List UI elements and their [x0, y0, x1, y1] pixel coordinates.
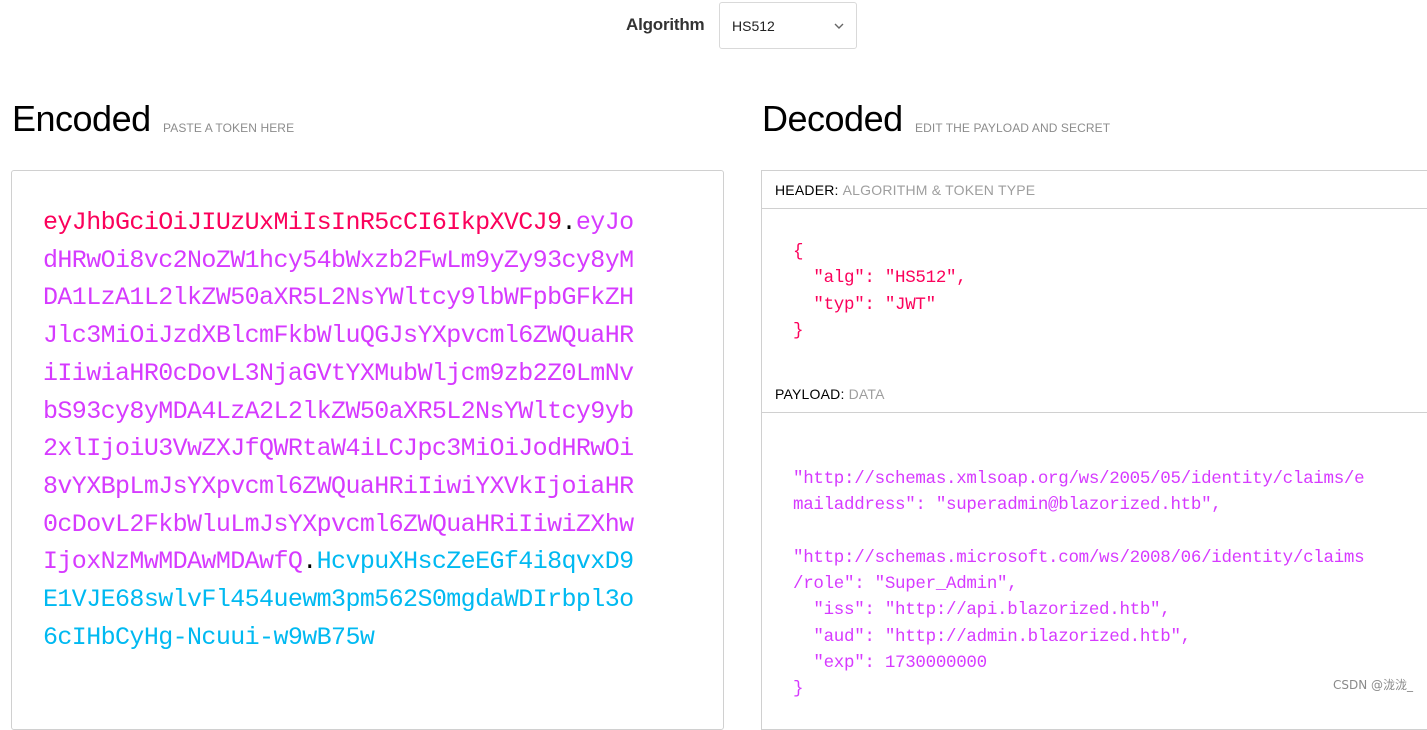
token-header-part: eyJhbGciOiJIUzUxMiIsInR5cCI6IkpXVCJ9 — [43, 208, 562, 237]
encoded-title: Encoded — [12, 98, 151, 139]
encoded-token-text[interactable]: eyJhbGciOiJIUzUxMiIsInR5cCI6IkpXVCJ9.eyJ… — [43, 204, 643, 656]
header-section-subtitle: ALGORITHM & TOKEN TYPE — [842, 182, 1036, 198]
algorithm-select-value: HS512 — [732, 18, 775, 34]
payload-section-subtitle: DATA — [848, 386, 885, 402]
encoded-subtitle: PASTE A TOKEN HERE — [163, 121, 295, 135]
decoded-panel: HEADER: ALGORITHM & TOKEN TYPE { "alg": "… — [761, 170, 1427, 730]
payload-section-bar: PAYLOAD: DATA — [762, 375, 1427, 413]
token-separator: . — [302, 547, 317, 577]
decoded-subtitle: EDIT THE PAYLOAD AND SECRET — [915, 121, 1111, 135]
payload-section-title: PAYLOAD: DATA — [775, 386, 885, 402]
algorithm-label: Algorithm — [626, 15, 705, 34]
header-section-bar: HEADER: ALGORITHM & TOKEN TYPE — [762, 171, 1427, 209]
chevron-down-icon — [834, 23, 844, 29]
token-separator: . — [561, 208, 577, 237]
header-section-label: HEADER: — [775, 182, 839, 198]
payload-section-label: PAYLOAD: — [775, 386, 845, 402]
decoded-title: Decoded — [762, 98, 903, 139]
header-section-title: HEADER: ALGORITHM & TOKEN TYPE — [775, 182, 1035, 198]
algorithm-select[interactable]: HS512 — [719, 2, 857, 49]
header-json-editor[interactable]: { "alg": "HS512", "typ": "JWT" } — [793, 239, 967, 344]
payload-json-editor[interactable]: "http://schemas.xmlsoap.org/ws/2005/05/i… — [793, 466, 1365, 703]
encoded-token-editor[interactable]: eyJhbGciOiJIUzUxMiIsInR5cCI6IkpXVCJ9.eyJ… — [11, 170, 724, 730]
watermark: CSDN @泷泷_ — [1332, 678, 1413, 692]
token-payload-part: eyJodHRwOi8vc2NoZW1hcy54bWxzb2FwLm9yZy93… — [43, 208, 634, 577]
